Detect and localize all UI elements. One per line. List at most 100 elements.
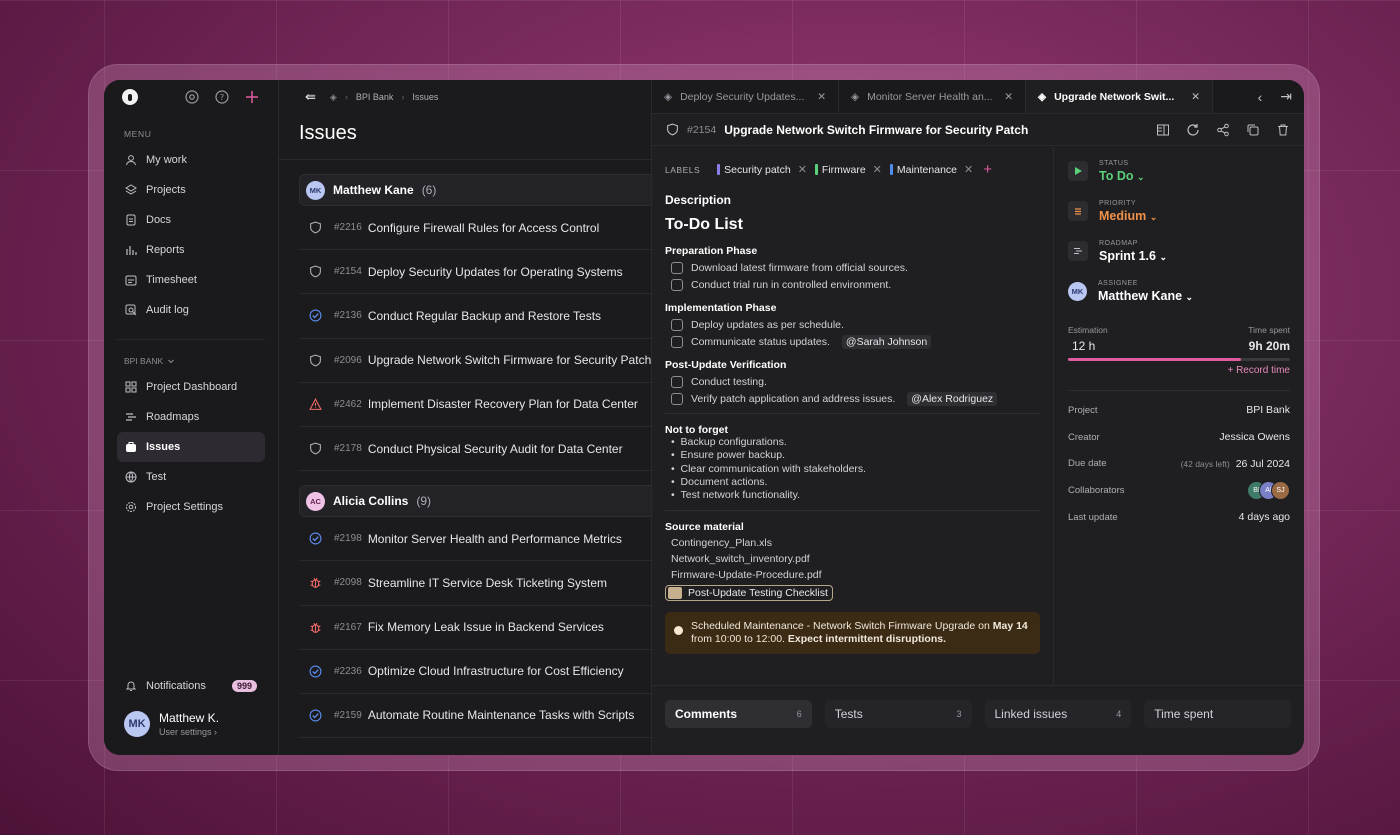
issue-number: #2098 [334, 577, 362, 589]
tab-tests[interactable]: Tests 3 [824, 700, 972, 728]
tab-linked-issues[interactable]: Linked issues 4 [984, 700, 1132, 728]
tab-deploy-security-updates[interactable]: ◈ Deploy Security Updates... ✕ [652, 80, 839, 113]
roadmap-field[interactable]: ROADMAP Sprint 1.6 ⌄ [1068, 231, 1290, 271]
issue-row[interactable]: #2216 Configure Firewall Rules for Acces… [299, 206, 651, 251]
close-icon[interactable]: ✕ [873, 163, 882, 176]
sidebar-item-my-work[interactable]: My work [117, 145, 265, 175]
bullet-text: Ensure power backup. [680, 449, 785, 462]
issue-row[interactable]: #2178 Conduct Physical Security Audit fo… [299, 427, 651, 472]
label-text: Security patch [724, 163, 791, 176]
breadcrumb-issues[interactable]: Issues [412, 92, 438, 102]
issue-row[interactable]: #2154 Deploy Security Updates for Operat… [299, 250, 651, 295]
close-icon[interactable]: ✕ [964, 163, 973, 176]
split-view-icon[interactable] [1156, 123, 1170, 137]
collaborator-avatars[interactable]: BI AI SJ [1247, 480, 1290, 500]
sidebar-item-reports[interactable]: Reports [117, 235, 265, 265]
refresh-icon[interactable] [1186, 123, 1200, 137]
todo-text: Deploy updates as per schedule. [691, 318, 844, 331]
notifications-button[interactable]: Notifications 999 [117, 671, 265, 701]
sidebar-item-audit-log[interactable]: Audit log [117, 295, 265, 325]
checkbox[interactable] [671, 392, 683, 405]
share-icon[interactable] [1216, 123, 1230, 137]
label-chip[interactable]: Security patch ✕ [717, 163, 810, 176]
close-icon[interactable]: ✕ [1004, 91, 1013, 103]
sidebar-item-label: My work [146, 154, 187, 166]
collapse-right-icon[interactable]: ⇥ [1280, 88, 1292, 105]
roadmap-label: ROADMAP [1099, 239, 1138, 247]
priority-field[interactable]: PRIORITY Medium ⌄ [1068, 191, 1290, 231]
close-icon[interactable]: ✕ [817, 91, 826, 103]
sidebar-item-projects[interactable]: Projects [117, 175, 265, 205]
label-color-bar [814, 164, 818, 175]
assignee-value: Matthew Kane [1098, 288, 1183, 303]
settings-ring-icon[interactable] [184, 89, 200, 105]
user-settings[interactable]: MK Matthew K. User settings › [104, 701, 278, 755]
app-logo[interactable] [122, 89, 138, 105]
file-link[interactable]: Contingency_Plan.xls [671, 537, 1040, 549]
file-link[interactable]: Firmware-Update-Procedure.pdf [671, 569, 1040, 581]
file-link[interactable]: Network_switch_inventory.pdf [671, 553, 1040, 565]
tab-monitor-server-health[interactable]: ◈ Monitor Server Health an... ✕ [839, 80, 1026, 113]
breadcrumb-project[interactable]: BPI Bank [356, 92, 394, 102]
estimation-value[interactable]: 12 h [1072, 339, 1095, 353]
issue-row[interactable]: #2159 Automate Routine Maintenance Tasks… [299, 694, 651, 739]
issue-detail-panel: ◈ Deploy Security Updates... ✕ ◈ Monitor… [652, 80, 1304, 755]
chevron-left-icon[interactable]: ‹ [1258, 89, 1263, 105]
checkbox[interactable] [671, 318, 683, 331]
bullet-item: • Ensure power backup. [671, 449, 1040, 462]
doc-icon [126, 214, 136, 226]
checkbox[interactable] [671, 278, 683, 291]
divider [1068, 390, 1290, 391]
record-time-button[interactable]: + Record time [1068, 365, 1290, 376]
mention-tag[interactable]: @Alex Rodriguez [907, 391, 998, 406]
project-selector[interactable]: BPI BANK [104, 350, 278, 372]
sidebar-item-roadmaps[interactable]: Roadmaps [117, 402, 265, 432]
tab-time-spent[interactable]: Time spent [1144, 700, 1291, 728]
tab-comments[interactable]: Comments 6 [665, 700, 812, 728]
sidebar-item-test[interactable]: Test [117, 462, 265, 492]
tab-label: Monitor Server Health an... [867, 90, 993, 103]
label-chip[interactable]: Maintenance ✕ [889, 163, 976, 176]
add-icon[interactable] [244, 89, 260, 105]
todo-item: Deploy updates as per schedule. [671, 318, 1040, 331]
issue-row[interactable]: #2462 Implement Disaster Recovery Plan f… [299, 383, 651, 427]
sidebar-item-project-dashboard[interactable]: Project Dashboard [117, 372, 265, 402]
copy-icon[interactable] [1246, 123, 1260, 137]
meta-value[interactable]: 26 Jul 2024 [1236, 458, 1290, 470]
collapse-sidebar-icon[interactable]: ⇚ [305, 89, 316, 105]
assignee-group-header[interactable]: AC Alicia Collins (9) [299, 485, 651, 518]
checkbox[interactable] [671, 375, 683, 388]
sidebar-item-label: Test [146, 471, 167, 483]
issue-row[interactable]: #2167 Fix Memory Leak Issue in Backend S… [299, 606, 651, 650]
sidebar-item-docs[interactable]: Docs [117, 205, 265, 235]
issue-row[interactable]: #2136 Conduct Regular Backup and Restore… [299, 294, 651, 339]
issue-row[interactable]: #2198 Monitor Server Health and Performa… [299, 517, 651, 562]
attached-file-chip[interactable]: Post-Update Testing Checklist [665, 585, 833, 602]
sidebar-item-timesheet[interactable]: Timesheet [117, 265, 265, 295]
close-icon[interactable]: ✕ [798, 163, 807, 176]
mention-tag[interactable]: @Sarah Johnson [841, 334, 932, 349]
assignee-field[interactable]: MK ASSIGNEE Matthew Kane ⌄ [1068, 271, 1290, 311]
issue-number: #2462 [334, 398, 362, 410]
sidebar-item-project-settings[interactable]: Project Settings [117, 492, 265, 522]
assignee-group-header[interactable]: MK Matthew Kane (6) [299, 174, 651, 206]
issue-row[interactable]: #2236 Optimize Cloud Infrastructure for … [299, 650, 651, 694]
issue-row[interactable]: #2096 Upgrade Network Switch Firmware fo… [299, 339, 651, 383]
checkbox[interactable] [671, 335, 683, 348]
checkbox[interactable] [671, 261, 683, 274]
meta-value[interactable]: BPI Bank [1246, 404, 1290, 416]
help-icon[interactable]: ? [214, 89, 230, 105]
add-label-icon[interactable]: + [983, 161, 992, 178]
meta-value: Jessica Owens [1219, 431, 1290, 444]
close-icon[interactable]: ✕ [1191, 91, 1200, 103]
issue-row[interactable]: #2098 Streamline IT Service Desk Ticketi… [299, 561, 651, 606]
issue-number: #2216 [334, 222, 362, 234]
label-chip[interactable]: Firmware ✕ [814, 163, 885, 176]
issue-title: Automate Routine Maintenance Tasks with … [367, 708, 635, 723]
issue-properties: STATUS To Do ⌄ PRIORITY Medium ⌄ ROADMAP Sp… [1054, 147, 1304, 685]
issue-header: #2154 Upgrade Network Switch Firmware fo… [652, 114, 1304, 146]
trash-icon[interactable] [1276, 123, 1290, 137]
status-field[interactable]: STATUS To Do ⌄ [1068, 151, 1290, 191]
sidebar-item-issues[interactable]: Issues [117, 432, 265, 462]
tab-upgrade-network-switch[interactable]: ◈ Upgrade Network Swit... ✕ [1026, 80, 1213, 113]
